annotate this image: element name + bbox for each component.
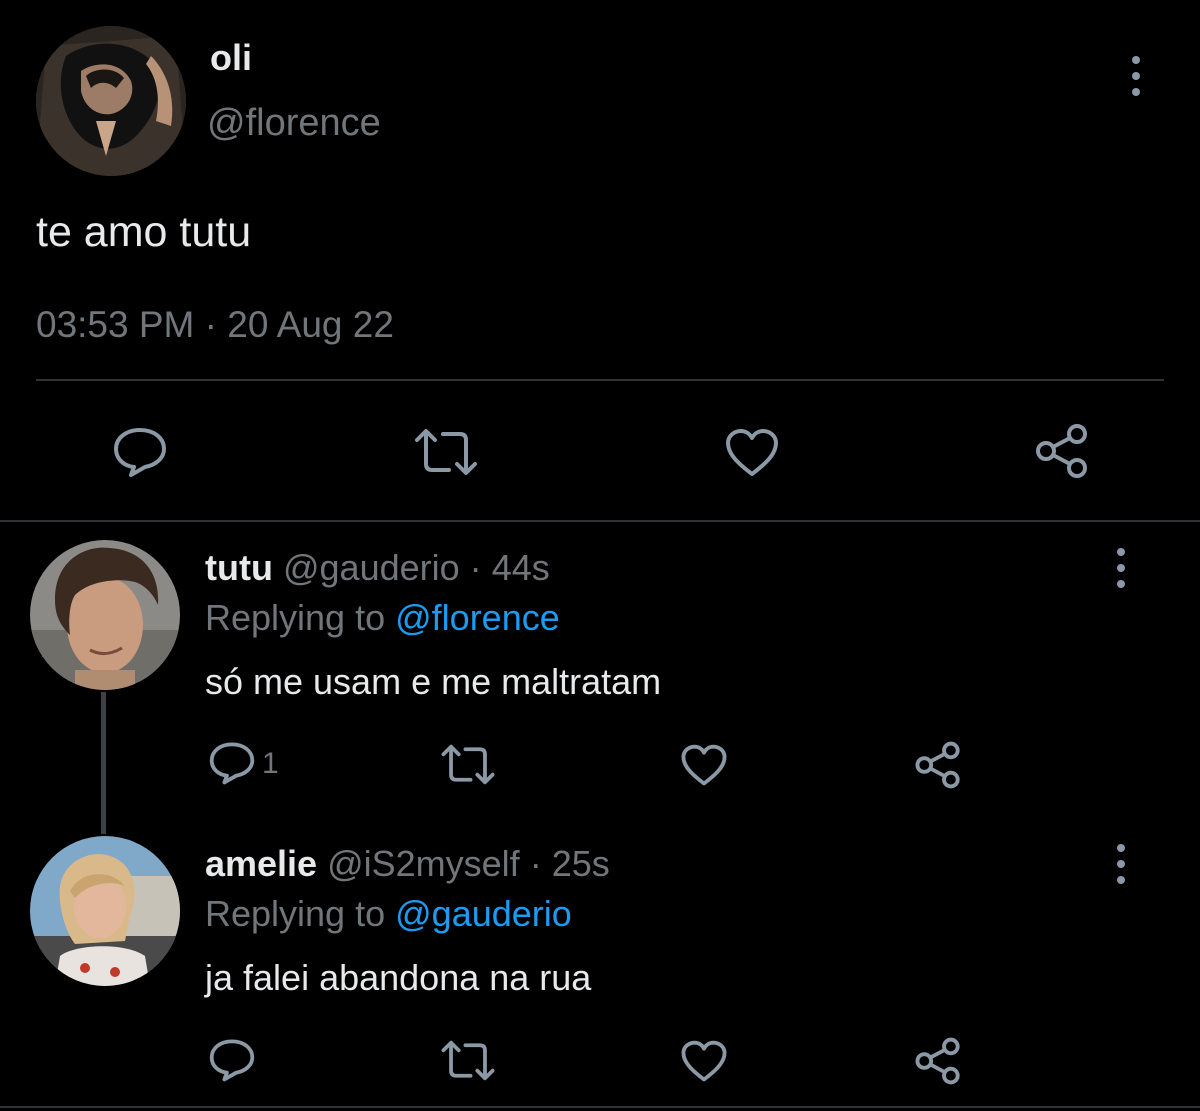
reply-icon[interactable] bbox=[208, 1038, 256, 1082]
reply-icon[interactable] bbox=[112, 426, 168, 478]
reply-author-handle[interactable]: @iS2myself bbox=[327, 843, 520, 884]
share-icon[interactable] bbox=[914, 740, 962, 790]
more-options-icon[interactable] bbox=[1115, 844, 1127, 884]
reply-text: ja falei abandona na rua bbox=[205, 957, 592, 998]
avatar-image bbox=[30, 836, 180, 986]
replying-prefix: Replying to bbox=[205, 893, 386, 934]
replying-to: Replying to @gauderio bbox=[205, 892, 572, 936]
tweet-date: 20 Aug 22 bbox=[227, 304, 394, 345]
author-avatar[interactable] bbox=[36, 26, 186, 176]
reply-author-name[interactable]: tutu bbox=[205, 547, 273, 588]
retweet-icon[interactable] bbox=[440, 744, 496, 785]
replying-prefix: Replying to bbox=[205, 597, 386, 638]
tweet-text: te amo tutu bbox=[36, 208, 252, 256]
share-icon[interactable] bbox=[914, 1036, 962, 1086]
tweet-timestamp: 03:53 PM · 20 Aug 22 bbox=[36, 302, 394, 348]
reply-header: tutu @gauderio · 44s bbox=[205, 546, 550, 590]
more-options-icon[interactable] bbox=[1130, 56, 1142, 96]
section-divider bbox=[0, 520, 1200, 522]
reply-author-handle[interactable]: @gauderio bbox=[283, 547, 460, 588]
reply-author-name[interactable]: amelie bbox=[205, 843, 317, 884]
replying-to: Replying to @florence bbox=[205, 596, 560, 640]
meta-separator: · bbox=[469, 547, 482, 588]
avatar-image bbox=[30, 540, 180, 690]
like-icon[interactable] bbox=[724, 428, 780, 478]
reply-icon[interactable] bbox=[208, 741, 256, 785]
reply-header: amelie @iS2myself · 25s bbox=[205, 842, 610, 886]
share-icon[interactable] bbox=[1034, 422, 1090, 480]
author-handle[interactable]: @florence bbox=[207, 100, 381, 146]
meta-separator: · bbox=[529, 843, 542, 884]
divider bbox=[36, 379, 1164, 381]
avatar-image bbox=[36, 26, 186, 176]
replying-to-link[interactable]: @florence bbox=[395, 597, 560, 638]
replying-to-link[interactable]: @gauderio bbox=[395, 893, 572, 934]
reply-avatar[interactable] bbox=[30, 836, 180, 986]
reply-age: 44s bbox=[491, 547, 550, 588]
retweet-icon[interactable] bbox=[413, 428, 479, 476]
author-name[interactable]: oli bbox=[210, 36, 252, 80]
reply-avatar[interactable] bbox=[30, 540, 180, 690]
meta-separator: · bbox=[204, 304, 217, 345]
section-divider bbox=[0, 1106, 1200, 1108]
reply-count: 1 bbox=[262, 747, 279, 780]
like-icon[interactable] bbox=[680, 1040, 728, 1083]
tweet-time: 03:53 PM bbox=[36, 304, 195, 345]
reply-age: 25s bbox=[551, 843, 610, 884]
thread-line bbox=[101, 692, 106, 834]
more-options-icon[interactable] bbox=[1115, 548, 1127, 588]
reply-text: só me usam e me maltratam bbox=[205, 661, 662, 702]
retweet-icon[interactable] bbox=[440, 1040, 496, 1081]
like-icon[interactable] bbox=[680, 744, 728, 787]
